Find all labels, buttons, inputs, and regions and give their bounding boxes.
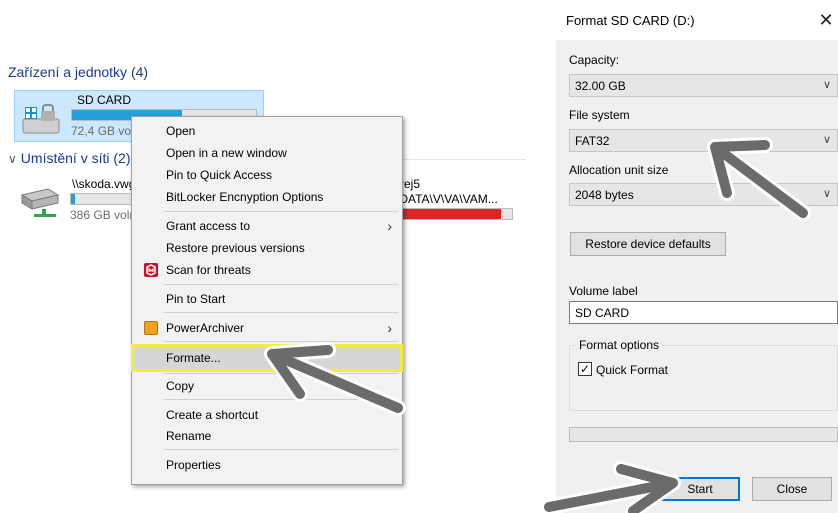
drive-tile-network-2[interactable]: rej5 \DATA\V\VA\VAM... bbox=[396, 175, 516, 227]
menu-item-label: Formate... bbox=[166, 351, 221, 365]
drive-usage-fill bbox=[397, 209, 501, 219]
filesystem-label: File system bbox=[569, 108, 630, 122]
menu-separator bbox=[164, 449, 398, 450]
menu-separator bbox=[164, 341, 398, 342]
drive-name: SD CARD bbox=[77, 93, 132, 107]
quick-format-label: Quick Format bbox=[596, 363, 669, 377]
network-drive-icon bbox=[20, 188, 60, 217]
volume-label-value: SD CARD bbox=[575, 306, 630, 320]
context-menu: Open Open in a new window Pin to Quick A… bbox=[131, 116, 403, 485]
drive-path: \DATA\V\VA\VAM... bbox=[396, 192, 498, 206]
menu-separator bbox=[164, 399, 398, 400]
drive-free-space: 72,4 GB voln bbox=[71, 124, 141, 138]
drive-usage-bar bbox=[396, 208, 513, 220]
menu-item-copy[interactable]: Copy bbox=[134, 376, 400, 396]
mcafee-icon bbox=[144, 263, 158, 277]
group-network-label: Umístění v síti (2) bbox=[20, 150, 131, 166]
format-dialog: Format SD CARD (D:) ✕ Capacity: 32.00 GB… bbox=[556, 0, 838, 513]
capacity-select[interactable]: 32.00 GB ∨ bbox=[569, 74, 838, 97]
drive-usage-fill bbox=[71, 194, 75, 204]
menu-item-label: Restore previous versions bbox=[166, 241, 305, 255]
format-options-label: Format options bbox=[576, 338, 663, 352]
menu-item-open-new-window[interactable]: Open in a new window bbox=[134, 143, 400, 163]
quick-format-checkbox[interactable]: ✓ bbox=[578, 362, 592, 376]
menu-separator bbox=[164, 211, 398, 212]
volume-label-input[interactable]: SD CARD bbox=[569, 301, 838, 324]
group-devices-label: Zařízení a jednotky (4) bbox=[8, 64, 149, 80]
format-progress-bar bbox=[569, 427, 838, 442]
allocation-value: 2048 bytes bbox=[575, 188, 634, 202]
allocation-select[interactable]: 2048 bytes ∨ bbox=[569, 183, 838, 206]
start-button[interactable]: Start bbox=[660, 477, 740, 501]
drive-name: \\skoda.vwg bbox=[72, 177, 136, 191]
menu-item-label: Properties bbox=[166, 458, 221, 472]
menu-item-open[interactable]: Open bbox=[134, 121, 400, 141]
menu-item-powerarchiver[interactable]: PowerArchiver › bbox=[134, 318, 400, 338]
format-options-group bbox=[569, 345, 838, 411]
menu-item-bitlocker[interactable]: BitLocker Encnyption Options bbox=[134, 187, 400, 207]
menu-item-label: BitLocker Encnyption Options bbox=[166, 190, 324, 204]
menu-item-label: Grant access to bbox=[166, 219, 251, 233]
chevron-right-icon: › bbox=[387, 320, 392, 336]
chevron-down-icon: ∨ bbox=[822, 134, 831, 146]
group-network-header[interactable]: ∨ Umístění v síti (2) bbox=[8, 150, 130, 166]
dialog-title: Format SD CARD (D:) bbox=[566, 13, 695, 28]
menu-item-format[interactable]: Formate... bbox=[131, 344, 403, 372]
drive-tile-network[interactable]: \\skoda.vwg 386 GB voln bbox=[14, 175, 137, 227]
menu-item-pin-start[interactable]: Pin to Start bbox=[134, 289, 400, 309]
dialog-titlebar[interactable]: Format SD CARD (D:) ✕ bbox=[556, 0, 838, 40]
restore-defaults-button[interactable]: Restore device defaults bbox=[570, 232, 726, 256]
menu-item-properties[interactable]: Properties bbox=[134, 455, 400, 475]
menu-item-scan-threats[interactable]: Scan for threats bbox=[134, 260, 400, 280]
menu-item-pin-quick-access[interactable]: Pin to Quick Access bbox=[134, 165, 400, 185]
close-icon[interactable]: ✕ bbox=[814, 8, 838, 32]
drive-name: rej5 bbox=[400, 177, 421, 191]
menu-item-rename[interactable]: Rename bbox=[134, 426, 400, 446]
menu-item-create-shortcut[interactable]: Create a shortcut bbox=[134, 405, 400, 425]
filesystem-select[interactable]: FAT32 ∨ bbox=[569, 129, 838, 152]
capacity-value: 32.00 GB bbox=[575, 79, 626, 93]
menu-item-label: Rename bbox=[166, 429, 212, 443]
menu-item-grant-access[interactable]: Grant access to › bbox=[134, 216, 400, 236]
volume-label: Volume label bbox=[569, 284, 638, 298]
menu-separator bbox=[164, 312, 398, 313]
close-button[interactable]: Close bbox=[752, 477, 832, 501]
allocation-label: Allocation unit size bbox=[569, 163, 669, 177]
filesystem-value: FAT32 bbox=[575, 134, 610, 148]
drive-free-space: 386 GB voln bbox=[70, 208, 137, 222]
capacity-label: Capacity: bbox=[569, 53, 620, 67]
menu-item-label: Copy bbox=[166, 379, 195, 393]
group-devices-header[interactable]: Zařízení a jednotky (4) bbox=[8, 64, 148, 80]
menu-item-label: Pin to Quick Access bbox=[166, 168, 273, 182]
menu-item-label: Open in a new window bbox=[166, 146, 287, 160]
menu-item-label: Scan for threats bbox=[166, 263, 251, 277]
menu-item-label: Pin to Start bbox=[166, 292, 226, 306]
usb-drive-icon bbox=[22, 104, 60, 134]
menu-separator bbox=[164, 284, 398, 285]
drive-usage-bar bbox=[70, 193, 134, 205]
chevron-down-icon: ∨ bbox=[822, 188, 831, 200]
menu-separator bbox=[164, 373, 398, 374]
menu-item-restore-versions[interactable]: Restore previous versions bbox=[134, 238, 400, 258]
menu-item-label: PowerArchiver bbox=[166, 321, 245, 335]
menu-item-label: Open bbox=[166, 124, 196, 138]
chevron-down-icon: ∨ bbox=[822, 79, 831, 91]
menu-item-label: Create a shortcut bbox=[166, 408, 259, 422]
powerarchiver-icon bbox=[144, 321, 158, 335]
chevron-right-icon: › bbox=[387, 218, 392, 234]
chevron-down-icon: ∨ bbox=[8, 152, 17, 166]
